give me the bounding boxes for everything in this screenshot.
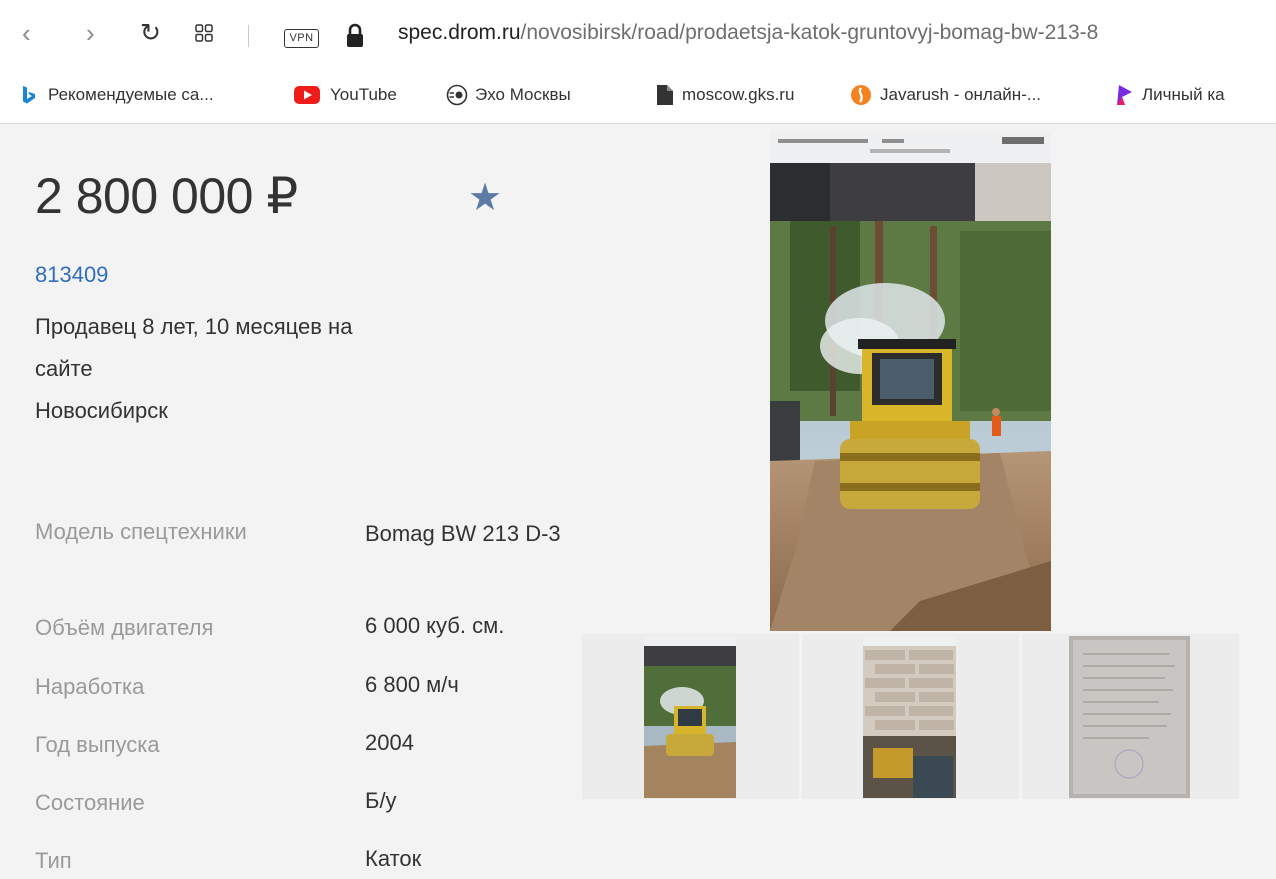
spec-label: Состояние — [35, 790, 145, 815]
bookmarks-bar: Рекомендуемые са... YouTube Эхо Москвы m… — [0, 73, 1276, 117]
bing-icon — [18, 84, 40, 106]
bookmark-javarush[interactable]: Javarush - онлайн-... — [880, 83, 1041, 107]
spec-label: Тип — [35, 848, 72, 873]
spec-value: Б/у — [365, 788, 397, 813]
javarush-icon — [850, 84, 872, 106]
echo-icon — [446, 84, 468, 106]
address-bar[interactable]: spec.drom.ru/novosibirsk/road/prodaetsja… — [398, 21, 1276, 45]
bookmark-recommended[interactable]: Рекомендуемые са... — [48, 83, 214, 107]
seller-info: Продавец 8 лет, 10 месяцев на сайте Ново… — [35, 306, 475, 432]
spec-label: Год выпуска — [35, 732, 160, 757]
spec-value: Bomag BW 213 D-3 — [365, 521, 561, 546]
bookmark-personal[interactable]: Личный ка — [1142, 83, 1225, 107]
toolbar-separator — [248, 25, 249, 47]
bookmark-echo[interactable]: Эхо Москвы — [475, 83, 571, 107]
photo-thumbnails — [582, 634, 1240, 799]
spec-value: 6 800 м/ч — [365, 672, 459, 697]
thumbnail-3[interactable] — [1022, 634, 1239, 799]
youtube-icon — [294, 85, 320, 107]
url-domain: spec.drom.ru — [398, 21, 521, 44]
back-icon[interactable]: ‹ — [22, 8, 31, 58]
spec-value: 2004 — [365, 730, 414, 755]
seller-id-link[interactable]: 813409 — [35, 262, 108, 288]
page-icon — [656, 84, 678, 106]
bookmark-youtube[interactable]: YouTube — [330, 83, 397, 107]
seller-tenure-line2: сайте — [35, 356, 93, 381]
spec-value: Каток — [365, 846, 422, 871]
thumbnail-2[interactable] — [802, 634, 1019, 799]
favorite-star-icon[interactable]: ★ — [468, 178, 502, 218]
browser-toolbar: ‹ › ↻ VPN spec.drom.ru/novosibirsk/road/… — [0, 0, 1276, 124]
spec-value: 6 000 куб. см. — [365, 613, 505, 638]
thumbnail-1[interactable] — [582, 634, 799, 799]
bookmark-gks[interactable]: moscow.gks.ru — [682, 83, 794, 107]
spec-label: Объём двигателя — [35, 615, 214, 640]
thumbnail-brickwall-image — [863, 636, 956, 798]
vpn-badge[interactable]: VPN — [284, 29, 319, 48]
spec-label: Наработка — [35, 674, 145, 699]
reload-icon[interactable]: ↻ — [140, 8, 161, 58]
url-path: /novosibirsk/road/prodaetsja-katok-grunt… — [520, 21, 1099, 44]
tabs-grid-icon[interactable] — [195, 24, 213, 42]
address-row: ‹ › ↻ VPN spec.drom.ru/novosibirsk/road/… — [0, 8, 1276, 58]
seller-tenure-line1: Продавец 8 лет, 10 месяцев на — [35, 314, 353, 339]
thumbnail-roller-image — [644, 636, 736, 798]
forward-icon[interactable]: › — [86, 8, 95, 58]
listing-price: 2 800 000 ₽ — [35, 168, 298, 224]
main-photo[interactable] — [770, 131, 1051, 631]
spec-label: Модель спецтехники — [35, 519, 247, 544]
pennant-icon — [1113, 84, 1135, 106]
seller-city: Новосибирск — [35, 398, 168, 423]
thumbnail-document-image — [1069, 636, 1190, 798]
lock-icon[interactable] — [345, 23, 365, 49]
